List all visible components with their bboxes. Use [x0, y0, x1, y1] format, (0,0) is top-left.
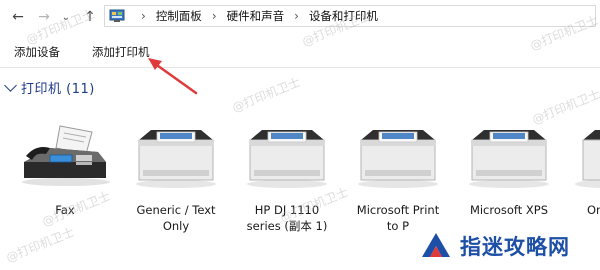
- breadcrumb-devices-printers[interactable]: 设备和打印机: [309, 8, 378, 24]
- device-tile-hp-dj-1110[interactable]: HP DJ 1110 series (副本 1): [232, 118, 342, 238]
- divider: [0, 67, 600, 68]
- device-tile-microsoft-print-to-pdf[interactable]: Microsoft Print to P: [343, 118, 453, 238]
- brand-name: 指迷攻略网: [460, 235, 570, 259]
- device-tile-partial[interactable]: On: [565, 118, 600, 238]
- breadcrumb-separator-icon: ›: [294, 9, 299, 23]
- device-label: Fax: [55, 203, 75, 217]
- command-bar: 添加设备 添加打印机: [0, 36, 600, 66]
- breadcrumb-hardware-sound[interactable]: 硬件和声音: [227, 8, 285, 24]
- annotation-arrow-icon: [148, 58, 198, 95]
- printers-group-header[interactable]: 打印机 (11): [4, 78, 95, 97]
- printer-icon: [343, 118, 453, 190]
- device-tile-generic-text[interactable]: Generic / Text Only: [121, 118, 231, 238]
- navigation-bar: ← → ⌄ ↑ › 控制面板 › 硬件和声音 › 设备和打印机: [0, 0, 600, 34]
- printer-icon: [454, 118, 564, 190]
- chevron-down-icon[interactable]: [4, 78, 17, 92]
- printer-icon: [565, 118, 600, 190]
- control-panel-icon: [109, 9, 125, 23]
- device-label: Microsoft XPS: [469, 203, 549, 217]
- printer-icon: [121, 118, 231, 190]
- breadcrumb-separator-icon: ›: [211, 9, 217, 23]
- group-title: 打印机 (11): [21, 81, 95, 97]
- address-bar[interactable]: › 控制面板 › 硬件和声音 › 设备和打印机: [104, 5, 596, 27]
- back-arrow-icon[interactable]: ←: [8, 6, 28, 28]
- recent-locations-chevron-icon[interactable]: ⌄: [56, 6, 76, 28]
- device-tile-microsoft-xps[interactable]: Microsoft XPS: [454, 118, 564, 238]
- device-label: Generic / Text Only: [136, 203, 216, 233]
- fax-icon: [10, 118, 120, 190]
- brand-logo: 指迷攻略网: [420, 226, 590, 266]
- forward-arrow-icon[interactable]: →: [34, 6, 54, 28]
- watermark: @打印机卫士: [230, 74, 303, 115]
- device-label: On: [587, 203, 600, 217]
- breadcrumb-separator-icon: ›: [141, 9, 146, 23]
- device-label: HP DJ 1110 series (副本 1): [246, 203, 328, 233]
- printer-icon: [232, 118, 342, 190]
- add-device-button[interactable]: 添加设备: [14, 44, 60, 60]
- device-tile-fax[interactable]: Fax: [10, 118, 120, 238]
- breadcrumb-control-panel[interactable]: 控制面板: [156, 8, 202, 24]
- brand-mark-icon: [422, 233, 450, 257]
- up-arrow-icon[interactable]: ↑: [80, 6, 100, 28]
